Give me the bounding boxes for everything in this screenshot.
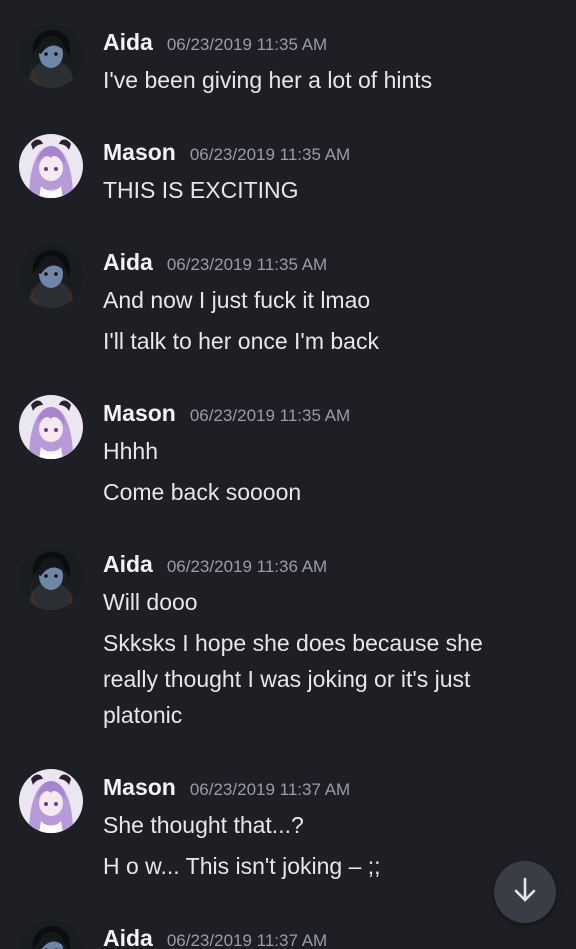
username[interactable]: Mason [103,767,176,807]
message-timestamp: 06/23/2019 11:36 AM [166,557,328,576]
username[interactable]: Mason [103,393,176,433]
mason-avatar[interactable] [19,134,83,198]
mason-avatar[interactable] [19,395,83,459]
message-text[interactable]: She thought that...? [103,807,536,843]
username[interactable]: Aida [103,22,153,62]
message-group: Aida 06/23/2019 11:36 AM Will dooo Skksks I… [0,544,576,733]
message-header: Aida 06/23/2019 11:36 AM [103,544,536,584]
mason-avatar[interactable] [19,769,83,833]
message-group: Mason 06/23/2019 11:35 AM Hhhh Come back so… [0,393,576,510]
message-text[interactable]: And now I just fuck it lmao [103,282,536,318]
aida-avatar[interactable] [19,24,83,88]
message-text[interactable]: H o w... This isn't joking – ;; [103,848,536,884]
message-header: Mason 06/23/2019 11:35 AM [103,393,536,433]
arrow-down-icon [510,875,540,910]
message-group: Aida 06/23/2019 11:35 AM And now I just fu… [0,242,576,359]
message-timestamp: 06/23/2019 11:35 AM [166,255,328,274]
scroll-to-bottom-button[interactable] [494,861,556,923]
message-text[interactable]: THIS IS EXCITING [103,172,536,208]
aida-avatar[interactable] [19,546,83,610]
message-timestamp: 06/23/2019 11:37 AM [189,780,351,799]
message-text[interactable]: Come back soooon [103,474,536,510]
message-timestamp: 06/23/2019 11:35 AM [189,406,351,425]
message-text[interactable]: I've been giving her a lot of hints [103,62,536,98]
message-group: Mason 06/23/2019 11:37 AM She thought that… [0,767,576,884]
message-header: Mason 06/23/2019 11:35 AM [103,132,536,172]
message-timestamp: 06/23/2019 11:37 AM [166,931,328,949]
aida-avatar[interactable] [19,920,83,949]
message-text[interactable]: Will dooo [103,584,536,620]
message-text[interactable]: Skksks I hope she does because she reall… [103,625,536,733]
username[interactable]: Aida [103,918,153,949]
message-group: Aida 06/23/2019 11:35 AM I've been giving … [0,22,576,98]
message-group: Aida06/23/2019 11:37 AMI know right hhh [0,918,576,949]
message-header: Aida 06/23/2019 11:35 AM [103,242,536,282]
username[interactable]: Aida [103,242,153,282]
message-header: Aida 06/23/2019 11:37 AM [103,918,536,949]
message-group: Mason 06/23/2019 11:35 AM THIS IS EXCITING [0,132,576,208]
chat-message-list: Aida 06/23/2019 11:35 AM I've been giving … [0,0,576,949]
message-timestamp: 06/23/2019 11:35 AM [166,35,328,54]
message-text[interactable]: Hhhh [103,433,536,469]
message-header: Aida 06/23/2019 11:35 AM [103,22,536,62]
username[interactable]: Aida [103,544,153,584]
message-timestamp: 06/23/2019 11:35 AM [189,145,351,164]
message-text[interactable]: I'll talk to her once I'm back [103,323,536,359]
username[interactable]: Mason [103,132,176,172]
aida-avatar[interactable] [19,244,83,308]
message-header: Mason 06/23/2019 11:37 AM [103,767,536,807]
